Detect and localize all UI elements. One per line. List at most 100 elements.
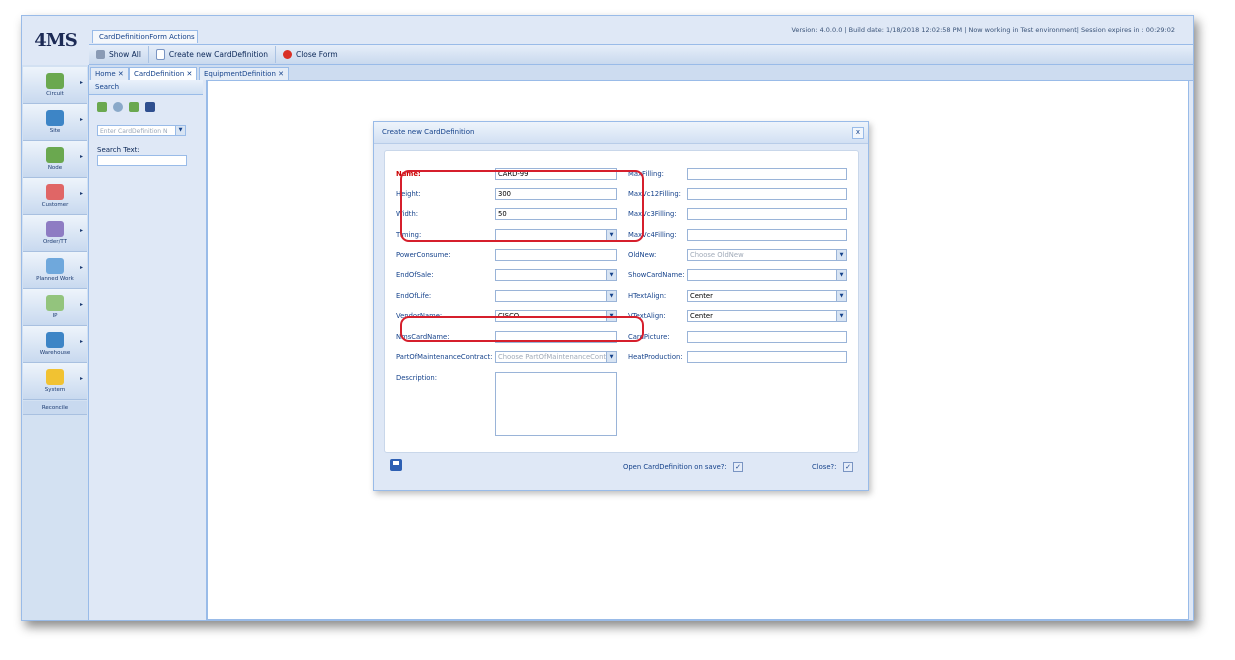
nav-item-system[interactable]: System ▸ bbox=[23, 363, 87, 400]
nav-item-node[interactable]: Node ▸ bbox=[23, 141, 87, 178]
show-card-name-label: ShowCardName: bbox=[628, 271, 685, 279]
chevron-down-icon[interactable]: ▼ bbox=[836, 270, 846, 280]
create-new-card-definition-button[interactable]: Create new CardDefinition bbox=[149, 46, 276, 63]
power-consume-input[interactable] bbox=[495, 249, 617, 261]
close-icon[interactable]: ✕ bbox=[278, 70, 284, 78]
tab-home[interactable]: Home ✕ bbox=[90, 67, 129, 80]
chevron-down-icon[interactable]: ▼ bbox=[606, 291, 616, 301]
customer-icon bbox=[46, 184, 64, 200]
nav-label: System bbox=[44, 387, 66, 393]
old-new-label: OldNew: bbox=[628, 251, 657, 259]
search-toolbar bbox=[97, 102, 155, 112]
tab-label: CardDefinition bbox=[134, 70, 185, 78]
close-form-button[interactable]: Close Form bbox=[276, 46, 345, 63]
old-new-select[interactable]: Choose OldNew ▼ bbox=[687, 249, 847, 261]
chevron-right-icon: ▸ bbox=[79, 301, 83, 308]
open-on-save-checkbox[interactable]: ✓ bbox=[733, 462, 743, 472]
warehouse-icon bbox=[46, 332, 64, 348]
pencil-icon bbox=[96, 50, 105, 59]
end-of-sale-label: EndOfSale: bbox=[396, 271, 434, 279]
ip-icon bbox=[46, 295, 64, 311]
show-all-button[interactable]: Show All bbox=[89, 46, 149, 63]
actions-toolbar: Show All Create new CardDefinition Close… bbox=[89, 44, 1193, 65]
old-new-placeholder: Choose OldNew bbox=[690, 251, 744, 259]
end-of-life-select[interactable]: ▼ bbox=[495, 290, 617, 302]
end-of-life-label: EndOfLife: bbox=[396, 292, 432, 300]
max-vc4-filling-input[interactable] bbox=[687, 229, 847, 241]
actions-panel-title: CardDefinitionForm Actions bbox=[92, 30, 198, 43]
tab-card-definition[interactable]: CardDefinition ✕ bbox=[129, 67, 198, 80]
v-text-align-select[interactable]: Center ▼ bbox=[687, 310, 847, 322]
highlight-vendor-name bbox=[400, 316, 644, 342]
h-text-align-select[interactable]: Center ▼ bbox=[687, 290, 847, 302]
binoculars-icon[interactable] bbox=[145, 102, 155, 112]
heat-production-input[interactable] bbox=[687, 351, 847, 363]
highlight-name-height-width bbox=[400, 170, 644, 242]
system-icon bbox=[46, 369, 64, 385]
close-circle-icon bbox=[282, 50, 292, 59]
nav-item-customer[interactable]: Customer ▸ bbox=[23, 178, 87, 215]
chevron-right-icon: ▸ bbox=[79, 116, 83, 123]
nav-label: IP bbox=[52, 313, 58, 319]
create-new-label: Create new CardDefinition bbox=[168, 50, 268, 59]
close-icon[interactable]: ✕ bbox=[118, 70, 124, 78]
chevron-down-icon[interactable]: ▼ bbox=[836, 311, 846, 321]
h-text-align-label: HTextAlign: bbox=[628, 292, 667, 300]
chevron-down-icon[interactable]: ▼ bbox=[836, 291, 846, 301]
nav-item-site[interactable]: Site ▸ bbox=[23, 104, 87, 141]
card-picture-input[interactable] bbox=[687, 331, 847, 343]
nav-item-order[interactable]: Order/TT ▸ bbox=[23, 215, 87, 252]
power-consume-label: PowerConsume: bbox=[396, 251, 451, 259]
left-navigation: Circuit ▸ Site ▸ Node ▸ Customer ▸ Order… bbox=[22, 65, 89, 620]
new-document-icon bbox=[155, 49, 165, 60]
open-on-save-label: Open CardDefinition on save?: bbox=[623, 463, 727, 471]
max-vc12-filling-input[interactable] bbox=[687, 188, 847, 200]
chevron-down-icon[interactable]: ▼ bbox=[606, 270, 616, 280]
chevron-down-icon[interactable]: ▼ bbox=[606, 352, 616, 362]
description-label: Description: bbox=[396, 374, 438, 382]
import-icon[interactable] bbox=[129, 102, 139, 112]
nav-label: Site bbox=[49, 128, 61, 134]
nav-item-circuit[interactable]: Circuit ▸ bbox=[23, 67, 87, 104]
show-all-label: Show All bbox=[109, 50, 141, 59]
card-definition-combo[interactable]: Enter CardDefinition N ▼ bbox=[97, 125, 186, 136]
nav-label: Planned Work bbox=[36, 276, 74, 282]
combo-placeholder: Enter CardDefinition N bbox=[100, 128, 168, 135]
part-of-maintenance-select[interactable]: Choose PartOfMaintenanceContr ▼ bbox=[495, 351, 617, 363]
max-filling-input[interactable] bbox=[687, 168, 847, 180]
close-checkbox[interactable]: ✓ bbox=[843, 462, 853, 472]
search-text-input[interactable] bbox=[97, 155, 187, 166]
tab-label: EquipmentDefinition bbox=[204, 70, 276, 78]
nav-item-warehouse[interactable]: Warehouse ▸ bbox=[23, 326, 87, 363]
nav-label: Customer bbox=[41, 202, 69, 208]
close-label: Close?: bbox=[812, 463, 837, 471]
tab-equipment-definition[interactable]: EquipmentDefinition ✕ bbox=[199, 67, 290, 80]
export-icon[interactable] bbox=[97, 102, 107, 112]
search-text-label: Search Text: bbox=[97, 146, 140, 154]
end-of-sale-select[interactable]: ▼ bbox=[495, 269, 617, 281]
nav-label: Node bbox=[47, 165, 63, 171]
chevron-right-icon: ▸ bbox=[79, 264, 83, 271]
description-textarea[interactable] bbox=[495, 372, 617, 436]
chevron-right-icon: ▸ bbox=[79, 190, 83, 197]
nav-item-ip[interactable]: IP ▸ bbox=[23, 289, 87, 326]
version-info: Version: 4.0.0.0 | Build date: 1/18/2018… bbox=[791, 26, 1175, 34]
chevron-down-icon[interactable]: ▼ bbox=[175, 126, 185, 135]
dialog-close-button[interactable]: x bbox=[852, 127, 864, 139]
dialog-title: Create new CardDefinition bbox=[374, 122, 868, 144]
planned-work-icon bbox=[46, 258, 64, 274]
nav-label: Order/TT bbox=[42, 239, 68, 245]
max-vc3-filling-input[interactable] bbox=[687, 208, 847, 220]
chevron-right-icon: ▸ bbox=[79, 79, 83, 86]
search-panel: Search Enter CardDefinition N ▼ Search T… bbox=[89, 80, 204, 620]
nav-item-reconcile[interactable]: Reconcile bbox=[23, 401, 87, 415]
nav-item-planned-work[interactable]: Planned Work ▸ bbox=[23, 252, 87, 289]
close-form-label: Close Form bbox=[295, 50, 338, 59]
show-card-name-select[interactable]: ▼ bbox=[687, 269, 847, 281]
refresh-icon[interactable] bbox=[113, 102, 123, 112]
order-icon bbox=[46, 221, 64, 237]
tab-label: Home bbox=[95, 70, 116, 78]
chevron-down-icon[interactable]: ▼ bbox=[836, 250, 846, 260]
close-icon[interactable]: ✕ bbox=[187, 70, 193, 78]
save-icon[interactable] bbox=[390, 459, 402, 471]
